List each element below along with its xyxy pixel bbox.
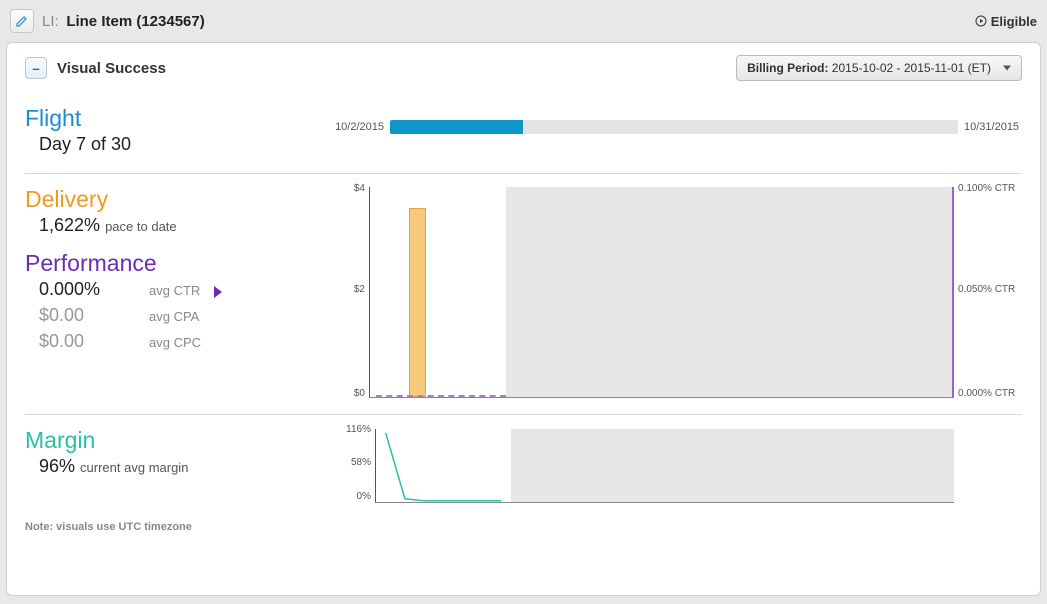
margin-title: Margin [25, 427, 325, 454]
delivery-subline: 1,622% pace to date [39, 215, 325, 236]
delivery-chart: $4 $2 $0 0.100% CTR 0.050% CTR 0.000% CT… [335, 184, 1022, 404]
visual-success-panel: – Visual Success Billing Period: 2015-10… [6, 42, 1041, 596]
flight-row: Flight Day 7 of 30 10/2/2015 10/31/2015 [25, 99, 1022, 173]
margin-subline: 96% current avg margin [39, 456, 325, 477]
page-title: Line Item (1234567) [66, 13, 204, 30]
y-left-4: $4 [335, 183, 365, 194]
performance-label: avg CPA [149, 309, 199, 324]
my-58: 58% [335, 457, 371, 468]
future-mask [506, 187, 954, 397]
y-right-000: 0.000% CTR [958, 388, 1022, 399]
margin-plot-area [375, 429, 954, 503]
performance-table: 0.000%avg CTR$0.00avg CPA$0.00avg CPC [39, 279, 325, 357]
panel-header: – Visual Success Billing Period: 2015-10… [25, 55, 1022, 81]
ctr-end-marker [952, 187, 954, 397]
delivery-performance-row: Delivery 1,622% pace to date Performance… [25, 173, 1022, 414]
flight-end-label: 10/31/2015 [958, 121, 1022, 133]
flight-progress-fill [390, 120, 523, 134]
spend-bar [409, 208, 427, 397]
li-prefix: LI: [42, 13, 59, 30]
flight-title: Flight [25, 105, 325, 132]
flight-metrics: Flight Day 7 of 30 [25, 103, 335, 163]
delivery-value: 1,622% [39, 215, 100, 235]
performance-title: Performance [25, 250, 325, 277]
performance-value: $0.00 [39, 331, 149, 352]
timezone-note: Note: visuals use UTC timezone [25, 521, 1022, 533]
performance-value: 0.000% [39, 279, 149, 300]
panel-title: Visual Success [57, 60, 166, 77]
pencil-icon [15, 14, 29, 28]
y-right-050: 0.050% CTR [958, 284, 1022, 295]
billing-period-dropdown[interactable]: Billing Period: 2015-10-02 - 2015-11-01 … [736, 55, 1022, 81]
edit-button[interactable] [10, 9, 34, 33]
performance-row: 0.000%avg CTR [39, 279, 325, 305]
app-root: LI: Line Item (1234567) Eligible – Visua… [0, 0, 1047, 604]
metric-rows: Flight Day 7 of 30 10/2/2015 10/31/2015 [25, 99, 1022, 515]
margin-metrics: Margin 96% current avg margin [25, 425, 335, 505]
minus-icon: – [32, 61, 39, 76]
y-right-100: 0.100% CTR [958, 183, 1022, 194]
margin-value: 96% [39, 456, 75, 476]
flight-progress-bar [390, 120, 958, 134]
performance-label: avg CPC [149, 335, 201, 350]
my-0: 0% [335, 491, 371, 502]
margin-row: Margin 96% current avg margin 116% 58% 0… [25, 414, 1022, 515]
delivery-desc: pace to date [105, 219, 177, 234]
flight-start-label: 10/2/2015 [335, 121, 390, 133]
ctr-line [376, 395, 506, 397]
flight-viz: 10/2/2015 10/31/2015 [335, 103, 1022, 163]
play-circle-icon [975, 15, 987, 27]
delivery-title: Delivery [25, 186, 325, 213]
performance-row: $0.00avg CPC [39, 331, 325, 357]
performance-label: avg CTR [149, 283, 200, 298]
margin-desc: current avg margin [80, 460, 188, 475]
eligible-label: Eligible [991, 14, 1037, 29]
collapse-button[interactable]: – [25, 57, 47, 79]
y-left-0: $0 [335, 388, 365, 399]
margin-line [376, 429, 954, 502]
margin-chart: 116% 58% 0% [335, 425, 1022, 505]
billing-value: 2015-10-02 - 2015-11-01 (ET) [832, 61, 991, 75]
expand-performance-button[interactable] [214, 286, 222, 298]
eligibility-status: Eligible [975, 14, 1037, 29]
delivery-plot-area [369, 187, 954, 398]
performance-value: $0.00 [39, 305, 149, 326]
performance-row: $0.00avg CPA [39, 305, 325, 331]
delivery-perf-metrics: Delivery 1,622% pace to date Performance… [25, 184, 335, 404]
y-left-2: $2 [335, 284, 365, 295]
my-116: 116% [335, 424, 371, 435]
billing-label: Billing Period: [747, 61, 828, 75]
flight-subline: Day 7 of 30 [39, 134, 325, 155]
topbar: LI: Line Item (1234567) Eligible [6, 6, 1041, 42]
